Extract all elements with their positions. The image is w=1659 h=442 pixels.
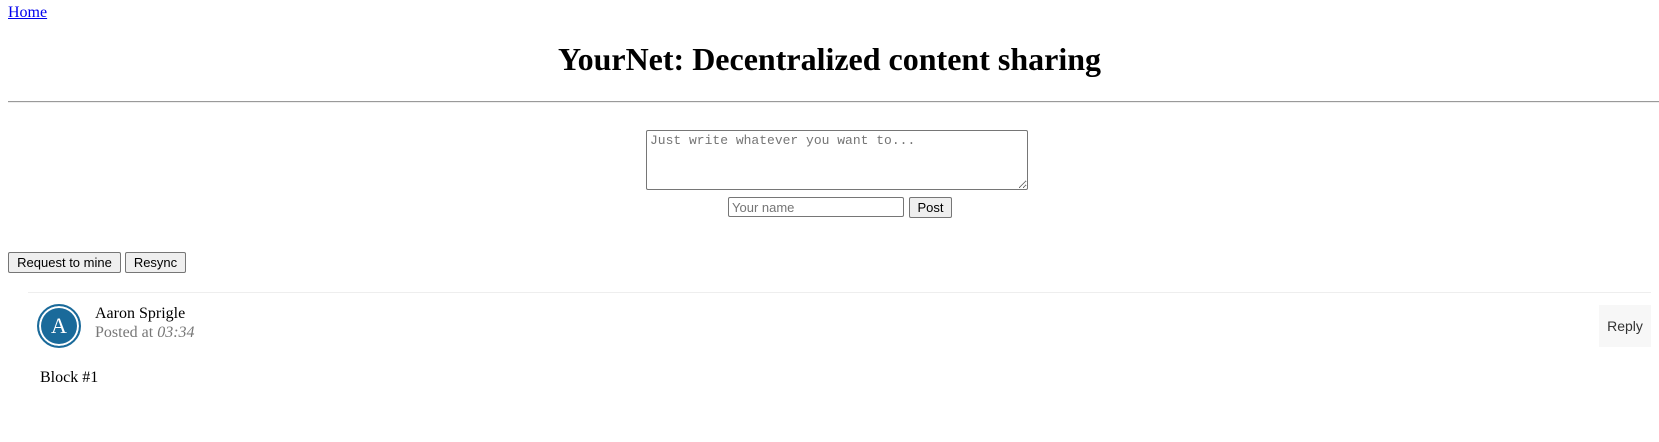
header-divider xyxy=(8,101,1659,103)
author-name-input[interactable] xyxy=(728,197,904,217)
resync-button[interactable]: Resync xyxy=(125,252,186,273)
post-time: 03:34 xyxy=(157,324,195,341)
home-link[interactable]: Home xyxy=(8,4,47,22)
post-content: Block #1 xyxy=(40,369,99,386)
avatar: A xyxy=(37,304,81,348)
post-timestamp: Posted at 03:34 xyxy=(95,324,195,342)
post-item: A Aaron Sprigle Posted at 03:34 Reply Bl… xyxy=(28,292,1651,413)
request-to-mine-button[interactable]: Request to mine xyxy=(8,252,121,273)
post-button[interactable]: Post xyxy=(909,197,952,218)
reply-button[interactable]: Reply xyxy=(1599,305,1651,347)
post-author: Aaron Sprigle xyxy=(95,305,186,322)
post-content-input[interactable] xyxy=(646,130,1028,190)
posted-at-label: Posted at xyxy=(95,324,154,341)
page-title: YourNet: Decentralized content sharing xyxy=(558,41,1101,77)
